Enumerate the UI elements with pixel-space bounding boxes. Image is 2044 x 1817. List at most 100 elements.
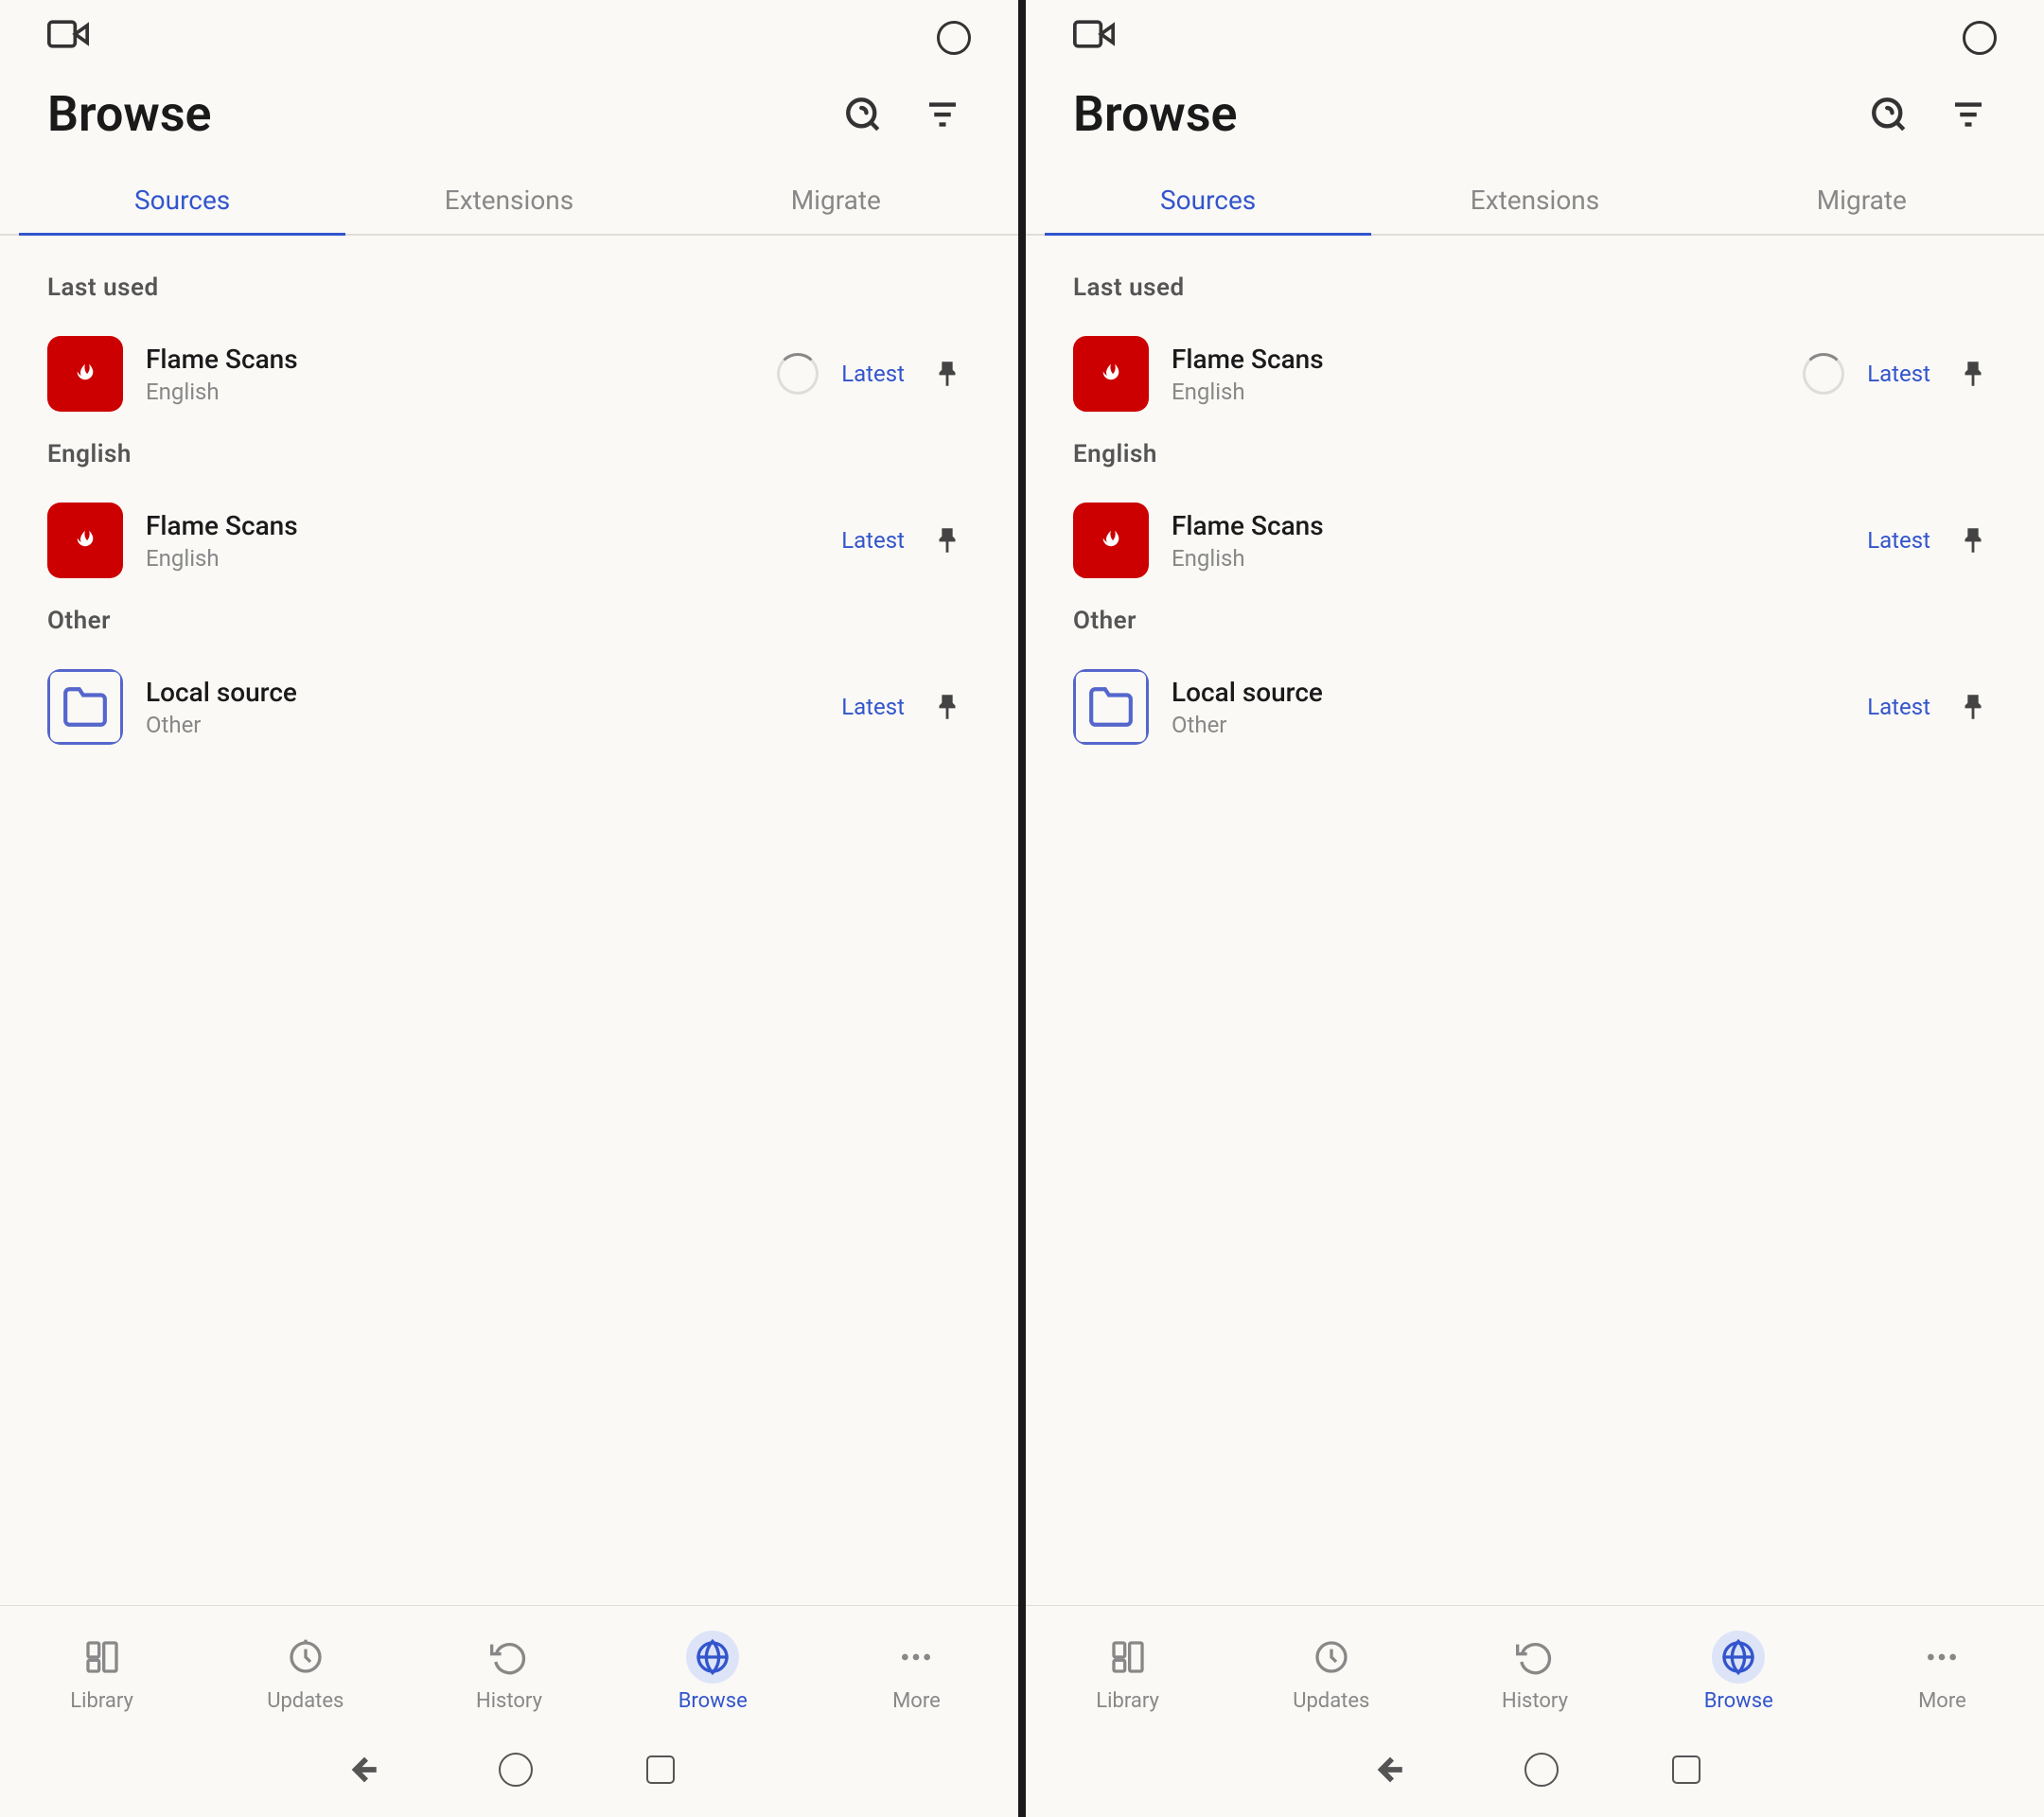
- pin-button[interactable]: [924, 683, 971, 731]
- nav-updates-label: Updates: [1293, 1689, 1369, 1713]
- source-lang: English: [1172, 379, 1780, 405]
- back-button[interactable]: [344, 1749, 385, 1791]
- source-name: Flame Scans: [1172, 344, 1780, 375]
- source-lang: Other: [146, 712, 819, 738]
- tab-sources[interactable]: Sources: [1045, 162, 1371, 236]
- bottom-nav: Library Updates History Browse: [1026, 1605, 2044, 1732]
- content: Last used Flame Scans English Latest: [1026, 236, 2044, 1605]
- source-badge: Latest: [841, 361, 905, 387]
- pin-button[interactable]: [1949, 350, 1997, 397]
- home-button[interactable]: [499, 1753, 533, 1787]
- nav-library[interactable]: Library: [0, 1621, 203, 1722]
- nav-updates[interactable]: Updates: [1229, 1621, 1433, 1722]
- nav-library-label: Library: [70, 1689, 133, 1713]
- search-button[interactable]: [1860, 86, 1917, 143]
- source-actions: Latest: [841, 350, 971, 397]
- page-title: Browse: [1073, 85, 1238, 143]
- more-icon: [1915, 1631, 1968, 1684]
- list-item[interactable]: Flame Scans English Latest: [19, 317, 999, 431]
- source-actions: Latest: [1867, 517, 1997, 564]
- source-actions: Latest: [1867, 683, 1997, 731]
- recents-button[interactable]: [646, 1755, 675, 1784]
- status-bar: [1026, 0, 2044, 66]
- nav-more[interactable]: More: [815, 1621, 1018, 1722]
- section-other: Other: [19, 597, 999, 650]
- flame-scans-info-last: Flame Scans English: [146, 344, 754, 405]
- status-indicator: [937, 21, 971, 55]
- source-badge: Latest: [841, 694, 905, 720]
- library-icon: [76, 1631, 129, 1684]
- status-indicator: [1963, 21, 1997, 55]
- local-source-icon: [1073, 669, 1149, 745]
- back-button[interactable]: [1369, 1749, 1411, 1791]
- system-nav: [1026, 1732, 2044, 1817]
- nav-browse[interactable]: Browse: [611, 1621, 815, 1722]
- section-last-used: Last used: [1045, 264, 2025, 317]
- nav-browse[interactable]: Browse: [1637, 1621, 1841, 1722]
- recents-button[interactable]: [1672, 1755, 1700, 1784]
- nav-browse-label: Browse: [1704, 1689, 1773, 1713]
- nav-history[interactable]: History: [407, 1621, 610, 1722]
- source-actions: Latest: [1867, 350, 1997, 397]
- camera-icon: [47, 13, 89, 62]
- pin-button[interactable]: [1949, 683, 1997, 731]
- local-source-info: Local source Other: [146, 677, 819, 738]
- header: Browse: [1026, 66, 2044, 162]
- header: Browse: [0, 66, 1018, 162]
- source-badge: Latest: [1867, 694, 1930, 720]
- nav-more-label: More: [1918, 1689, 1966, 1713]
- source-lang: English: [1172, 545, 1844, 572]
- tab-sources[interactable]: Sources: [19, 162, 345, 236]
- list-item[interactable]: Flame Scans English Latest: [19, 484, 999, 597]
- nav-library[interactable]: Library: [1026, 1621, 1229, 1722]
- history-icon: [483, 1631, 536, 1684]
- pin-button[interactable]: [924, 350, 971, 397]
- browse-icon: [1712, 1631, 1765, 1684]
- filter-button[interactable]: [914, 86, 971, 143]
- source-name: Flame Scans: [146, 344, 754, 375]
- flame-scans-icon-en: [47, 503, 123, 578]
- tab-migrate[interactable]: Migrate: [1699, 162, 2025, 236]
- tabs: Sources Extensions Migrate: [0, 162, 1018, 236]
- loading-spinner: [777, 353, 819, 395]
- header-actions: [1860, 86, 1997, 143]
- flame-scans-icon-last: [1073, 336, 1149, 412]
- list-item[interactable]: Local source Other Latest: [19, 650, 999, 764]
- section-other: Other: [1045, 597, 2025, 650]
- nav-updates[interactable]: Updates: [203, 1621, 407, 1722]
- camera-icon: [1073, 13, 1115, 62]
- source-name: Local source: [1172, 677, 1844, 708]
- nav-more[interactable]: More: [1841, 1621, 2044, 1722]
- source-badge: Latest: [1867, 361, 1930, 387]
- left-screen: Browse: [0, 0, 1018, 1817]
- nav-history[interactable]: History: [1433, 1621, 1636, 1722]
- nav-history-label: History: [476, 1689, 542, 1713]
- search-button[interactable]: [835, 86, 891, 143]
- nav-updates-label: Updates: [267, 1689, 344, 1713]
- page-title: Browse: [47, 85, 212, 143]
- filter-button[interactable]: [1940, 86, 1997, 143]
- section-english: English: [19, 431, 999, 484]
- list-item[interactable]: Flame Scans English Latest: [1045, 317, 2025, 431]
- more-icon: [890, 1631, 943, 1684]
- tab-extensions[interactable]: Extensions: [1371, 162, 1698, 236]
- local-source-info: Local source Other: [1172, 677, 1844, 738]
- history-icon: [1508, 1631, 1561, 1684]
- content: Last used Flame Scans English Latest: [0, 236, 1018, 1605]
- tab-migrate[interactable]: Migrate: [673, 162, 999, 236]
- list-item[interactable]: Local source Other Latest: [1045, 650, 2025, 764]
- home-button[interactable]: [1524, 1753, 1559, 1787]
- source-name: Flame Scans: [146, 510, 819, 541]
- status-bar: [0, 0, 1018, 66]
- list-item[interactable]: Flame Scans English Latest: [1045, 484, 2025, 597]
- bottom-nav: Library Updates History Browse: [0, 1605, 1018, 1732]
- tab-extensions[interactable]: Extensions: [345, 162, 672, 236]
- header-actions: [835, 86, 971, 143]
- local-source-icon: [47, 669, 123, 745]
- nav-browse-label: Browse: [678, 1689, 748, 1713]
- pin-button[interactable]: [924, 517, 971, 564]
- source-name: Flame Scans: [1172, 510, 1844, 541]
- pin-button[interactable]: [1949, 517, 1997, 564]
- right-screen: Browse: [1026, 0, 2044, 1817]
- library-icon: [1101, 1631, 1154, 1684]
